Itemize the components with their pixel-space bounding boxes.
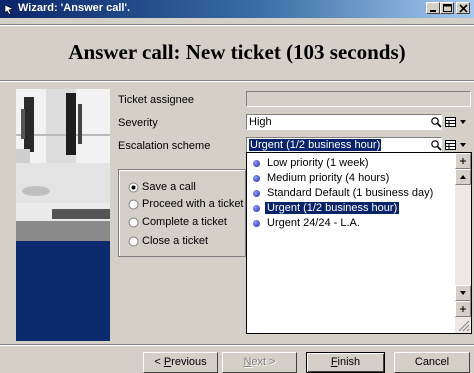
table-icon[interactable]	[444, 115, 457, 129]
chevron-down-icon[interactable]	[459, 141, 467, 149]
radio-complete-ticket-label: Complete a ticket	[142, 216, 227, 228]
radio-close-ticket-label: Close a ticket	[142, 235, 209, 247]
wizard-window: Wizard: 'Answer call'. Answer call: New …	[0, 0, 474, 373]
list-item[interactable]: Standard Default (1 business day)	[251, 187, 456, 200]
maximize-icon	[443, 4, 452, 12]
escalation-dropdown-list[interactable]: Low priority (1 week) Medium priority (4…	[246, 152, 472, 334]
escalation-scheme-label: Escalation scheme	[118, 140, 211, 152]
maximize-button[interactable]	[440, 2, 454, 14]
bullet-icon	[253, 205, 260, 212]
list-item-label: Urgent (1/2 business hour)	[265, 202, 400, 214]
wizard-side-image	[16, 89, 110, 341]
radio-checked-icon	[128, 182, 139, 193]
minimize-button[interactable]	[426, 2, 440, 14]
list-item-label: Medium priority (4 hours)	[267, 172, 390, 184]
radio-proceed-ticket-label: Proceed with a ticket	[142, 198, 244, 210]
resize-grip-icon[interactable]	[457, 319, 470, 332]
severity-label: Severity	[118, 117, 158, 129]
previous-prefix: <	[154, 356, 164, 368]
search-icon[interactable]	[430, 115, 443, 129]
finish-accel: F	[330, 356, 338, 368]
next-button[interactable]: Next >	[222, 352, 297, 373]
close-button[interactable]	[456, 2, 470, 14]
list-item[interactable]: Urgent 24/24 - L.A.	[251, 217, 456, 230]
title-divider-highlight	[0, 81, 474, 82]
ticket-assignee-label: Ticket assignee	[118, 94, 195, 106]
bullet-icon	[253, 175, 260, 182]
footer-divider-highlight	[0, 345, 474, 346]
previous-button[interactable]: < Previous	[143, 352, 218, 373]
search-icon[interactable]	[430, 138, 443, 152]
list-item[interactable]: Medium priority (4 hours)	[251, 172, 456, 185]
severity-value: High	[249, 116, 272, 128]
page-title: Answer call: New ticket (103 seconds)	[68, 40, 406, 64]
escalation-scheme-field[interactable]: Urgent (1/2 business hour)	[246, 137, 442, 153]
radio-unchecked-icon	[128, 217, 139, 228]
scroll-top-button[interactable]	[455, 153, 471, 169]
bullet-icon	[253, 190, 260, 197]
table-icon[interactable]	[444, 138, 457, 152]
cancel-button[interactable]: Cancel	[394, 352, 470, 373]
header-divider-highlight	[0, 25, 474, 26]
list-item-selected[interactable]: Urgent (1/2 business hour)	[251, 202, 456, 215]
bullet-icon	[253, 220, 260, 227]
severity-field[interactable]: High	[246, 114, 442, 130]
plus-icon	[460, 158, 466, 164]
radio-save-call-label: Save a call	[142, 181, 196, 193]
scroll-down-button[interactable]	[455, 285, 471, 301]
radio-unchecked-icon	[128, 236, 139, 247]
plus-icon	[460, 306, 466, 312]
radio-unchecked-icon	[128, 199, 139, 210]
close-icon	[459, 4, 468, 13]
scroll-up-button[interactable]	[455, 169, 471, 185]
list-item[interactable]: Low priority (1 week)	[251, 157, 456, 170]
list-item-label: Urgent 24/24 - L.A.	[267, 217, 360, 229]
vertical-scrollbar[interactable]	[455, 153, 471, 333]
arrow-up-icon	[460, 175, 466, 179]
minimize-icon	[430, 10, 436, 12]
title-bar[interactable]: Wizard: 'Answer call'.	[0, 0, 474, 18]
next-rest: ext >	[251, 356, 276, 368]
ticket-assignee-field[interactable]	[246, 91, 471, 107]
finish-button[interactable]: Finish	[306, 352, 385, 373]
app-icon	[4, 4, 14, 15]
chevron-down-icon[interactable]	[459, 118, 467, 126]
bullet-icon	[253, 160, 260, 167]
scroll-bottom-button[interactable]	[455, 301, 471, 317]
arrow-down-icon	[460, 291, 466, 295]
previous-rest: revious	[171, 356, 207, 368]
escalation-scheme-value: Urgent (1/2 business hour)	[249, 139, 382, 151]
list-item-label: Standard Default (1 business day)	[267, 187, 434, 199]
list-item-label: Low priority (1 week)	[267, 157, 369, 169]
window-title: Wizard: 'Answer call'.	[18, 2, 131, 14]
finish-rest: inish	[337, 356, 361, 368]
